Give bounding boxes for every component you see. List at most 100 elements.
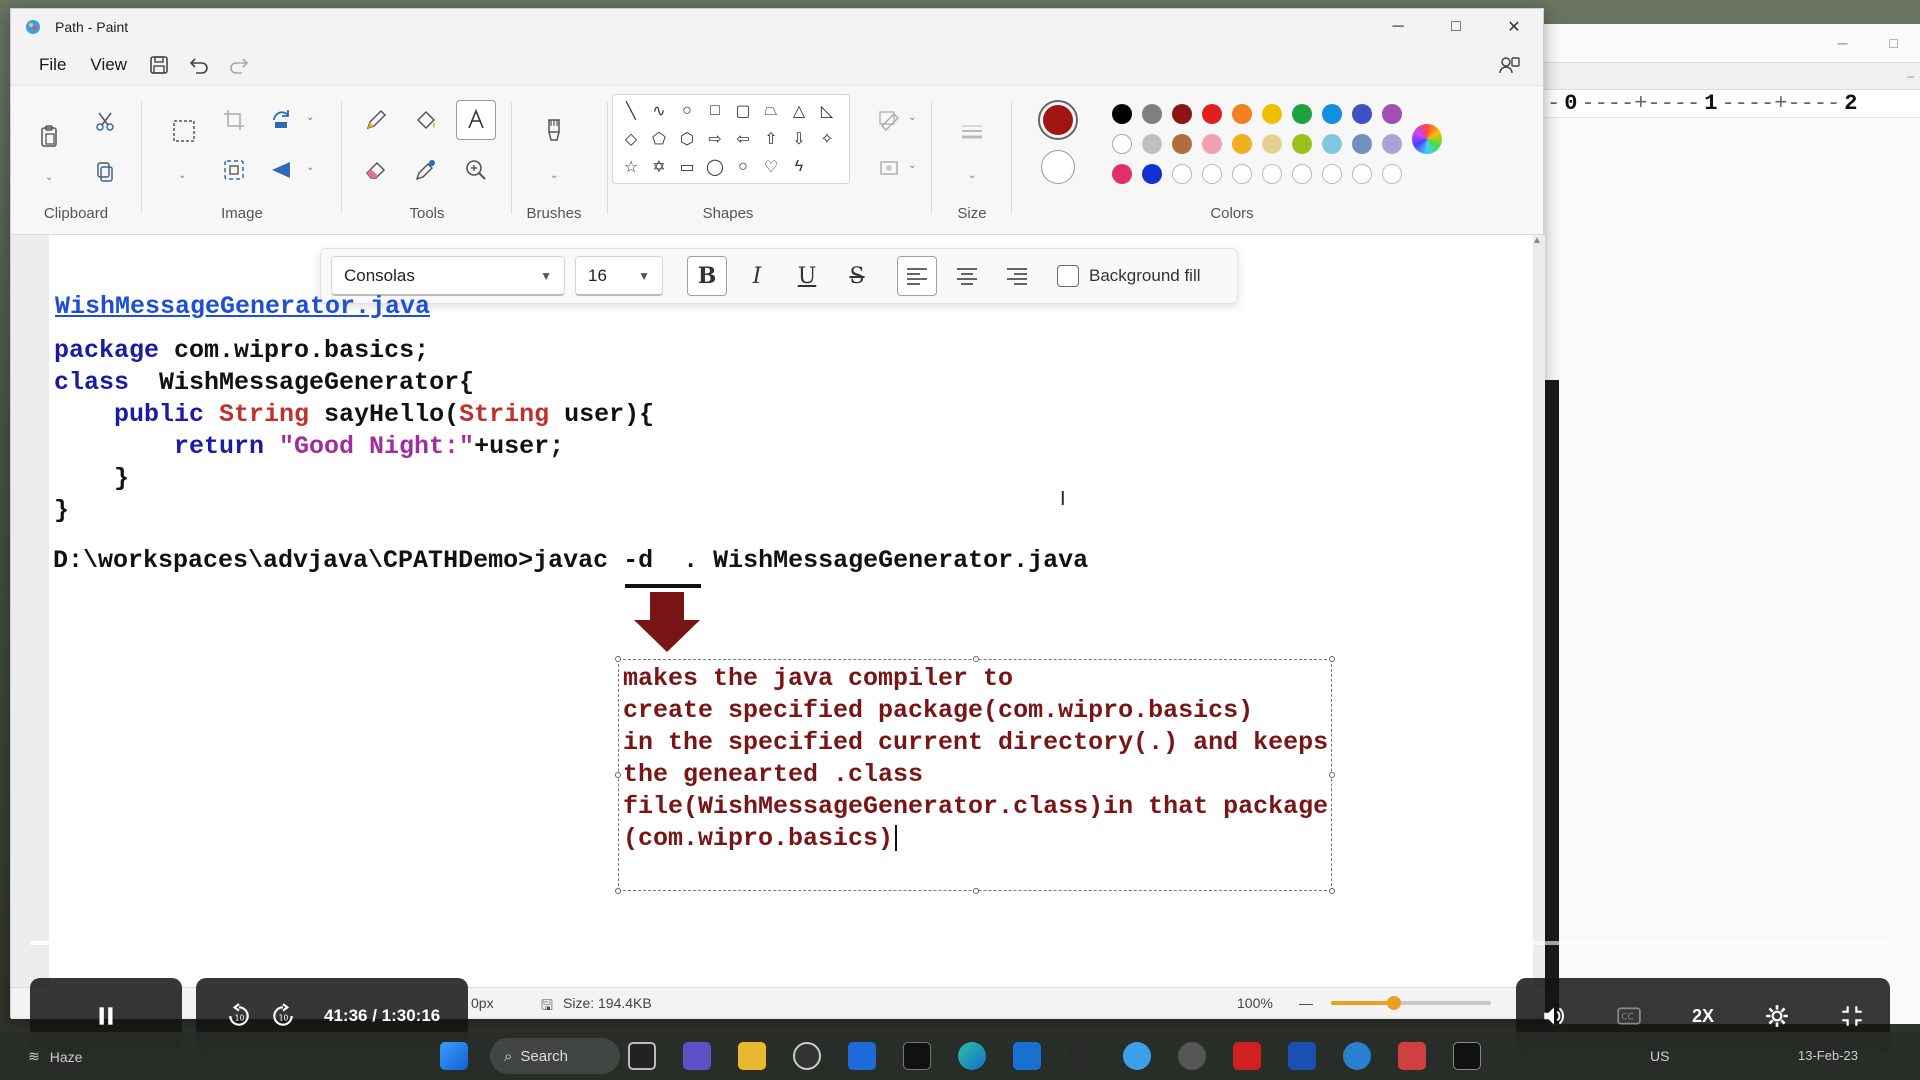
resize-handle[interactable] [1329, 656, 1335, 662]
save-icon[interactable] [139, 49, 179, 81]
weather-widget[interactable]: ≋ Haze [28, 1048, 82, 1065]
rotate-icon[interactable] [262, 100, 302, 140]
stroke-size-icon[interactable] [952, 112, 992, 152]
eraser-icon[interactable] [356, 150, 396, 190]
color-swatch[interactable] [1322, 134, 1342, 154]
star-shape-icon[interactable]: ☆ [619, 155, 643, 179]
color-swatch[interactable] [1352, 104, 1372, 124]
align-center-icon[interactable] [947, 256, 987, 296]
maximize-icon[interactable]: □ [1890, 35, 1898, 51]
color-swatch[interactable] [1112, 164, 1132, 184]
vertical-scrollbar[interactable]: ▲ [1531, 235, 1543, 975]
curve-shape-icon[interactable]: ∿ [647, 99, 671, 123]
maximize-button[interactable]: □ [1427, 9, 1485, 45]
color-swatch[interactable] [1172, 134, 1192, 154]
heart-shape-icon[interactable]: ♡ [759, 155, 783, 179]
file-explorer-icon[interactable] [738, 1042, 766, 1070]
six-point-star-shape-icon[interactable]: ✡ [647, 155, 671, 179]
color-swatch[interactable] [1172, 164, 1192, 184]
cut-icon[interactable] [85, 102, 125, 142]
color-swatch[interactable] [1322, 104, 1342, 124]
flip-icon[interactable] [262, 150, 302, 190]
triangle-shape-icon[interactable]: △ [787, 99, 811, 123]
store-icon[interactable] [848, 1042, 876, 1070]
color-swatch[interactable] [1142, 164, 1162, 184]
callout-cloud-shape-icon[interactable]: ○ [731, 155, 755, 179]
undo-icon[interactable] [179, 49, 219, 81]
align-left-icon[interactable] [897, 256, 937, 296]
color-swatch[interactable] [1382, 104, 1402, 124]
line-shape-icon[interactable]: ╲ [619, 99, 643, 123]
terminal-icon[interactable] [903, 1042, 931, 1070]
down-arrow-shape-icon[interactable]: ⇩ [787, 127, 811, 151]
taskbar-date[interactable]: 13-Feb-23 [1798, 1048, 1858, 1063]
color-swatch[interactable] [1142, 104, 1162, 124]
playback-speed-button[interactable]: 2X [1692, 1006, 1714, 1027]
menu-file[interactable]: File [27, 49, 78, 81]
hexagon-shape-icon[interactable]: ⬡ [675, 127, 699, 151]
note-text[interactable]: makes the java compiler to create specifi… [623, 663, 1328, 855]
color-swatch[interactable] [1172, 104, 1192, 124]
color-swatch[interactable] [1232, 104, 1252, 124]
pentagon-shape-icon[interactable]: ⬠ [647, 127, 671, 151]
chevron-down-icon[interactable]: ⌄ [45, 172, 53, 183]
close-button[interactable]: ✕ [1485, 9, 1543, 45]
resize-icon[interactable] [214, 150, 254, 190]
background-fill-toggle[interactable]: Background fill [1057, 265, 1201, 287]
word-icon[interactable] [1288, 1042, 1316, 1070]
minimize-icon[interactable]: ─ [1838, 35, 1848, 51]
color-swatch[interactable] [1202, 104, 1222, 124]
fill-bucket-icon[interactable] [406, 100, 446, 140]
polygon-shape-icon[interactable]: ⏢ [759, 99, 783, 123]
color-swatch[interactable] [1112, 134, 1132, 154]
acrobat-icon[interactable] [1233, 1042, 1261, 1070]
copy-icon[interactable] [85, 152, 125, 192]
redo-icon[interactable] [219, 49, 259, 81]
color-picker-icon[interactable] [406, 150, 446, 190]
chevron-down-icon[interactable]: ⌄ [306, 112, 314, 123]
captions-icon[interactable]: CC [1616, 1003, 1642, 1029]
color-swatch[interactable] [1202, 134, 1222, 154]
video-progress-bar[interactable] [30, 925, 1890, 961]
oval-shape-icon[interactable]: ○ [675, 99, 699, 123]
color-swatch[interactable] [1352, 134, 1372, 154]
callout-rect-shape-icon[interactable]: ▭ [675, 155, 699, 179]
resize-handle[interactable] [1329, 772, 1335, 778]
minimize-button[interactable]: ─ [1369, 9, 1427, 45]
color-swatch[interactable] [1262, 164, 1282, 184]
mail-icon[interactable] [1013, 1042, 1041, 1070]
italic-button[interactable]: I [737, 256, 777, 296]
bold-button[interactable]: B [687, 256, 727, 296]
chevron-down-icon[interactable]: ⌄ [550, 170, 558, 181]
resize-handle[interactable] [973, 656, 979, 662]
minimize-small-icon[interactable]: – [1907, 69, 1914, 83]
color-swatch[interactable] [1292, 164, 1312, 184]
resize-handle[interactable] [615, 772, 621, 778]
brush-icon[interactable] [534, 110, 574, 150]
color-swatch[interactable] [1232, 134, 1252, 154]
chevron-down-icon[interactable]: ⌄ [968, 170, 976, 181]
callout-oval-shape-icon[interactable]: ◯ [703, 155, 727, 179]
taskbar-search[interactable]: ⌕ Search [490, 1038, 620, 1074]
background-fill-checkbox[interactable] [1057, 265, 1079, 287]
primary-color[interactable] [1038, 100, 1078, 140]
windows-start-icon[interactable] [440, 1042, 468, 1070]
resize-handle[interactable] [615, 656, 621, 662]
edit-colors-icon[interactable] [1412, 124, 1442, 154]
color-swatch[interactable] [1202, 164, 1222, 184]
color-swatch[interactable] [1142, 134, 1162, 154]
four-point-star-shape-icon[interactable]: ✧ [815, 127, 839, 151]
magnifier-icon[interactable] [456, 150, 496, 190]
command-prompt-icon[interactable] [1453, 1042, 1481, 1070]
right-arrow-shape-icon[interactable]: ⇨ [703, 127, 727, 151]
paste-icon[interactable] [29, 106, 69, 166]
forward-10-icon[interactable]: 10 [270, 1003, 296, 1029]
color-swatch[interactable] [1232, 164, 1252, 184]
secondary-color[interactable] [1041, 150, 1075, 184]
paint-taskbar-icon[interactable] [1123, 1042, 1151, 1070]
color-swatch[interactable] [1382, 164, 1402, 184]
share-icon[interactable] [1489, 49, 1529, 81]
language-indicator[interactable]: US [1650, 1048, 1669, 1064]
color-swatch[interactable] [1262, 134, 1282, 154]
color-swatch[interactable] [1322, 164, 1342, 184]
